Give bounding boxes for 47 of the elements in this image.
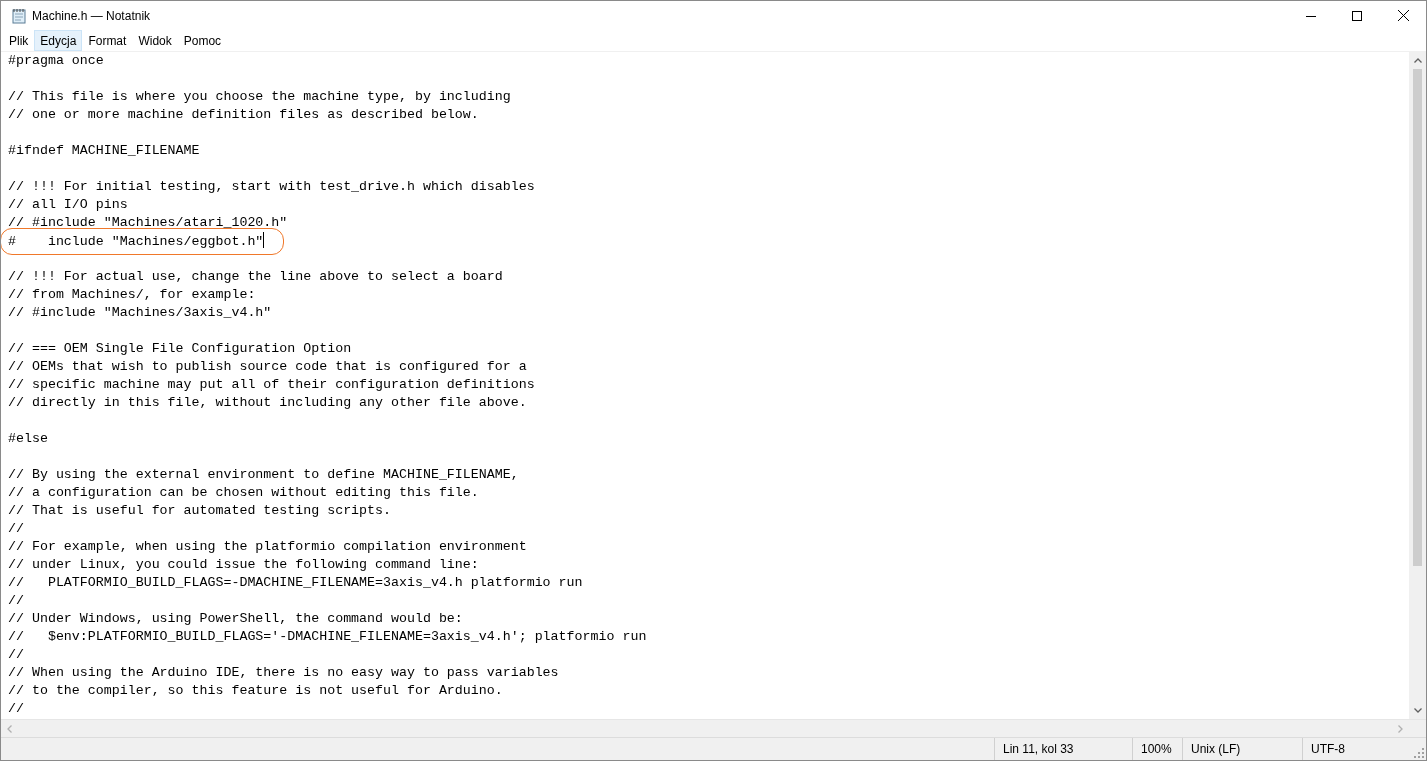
menu-item[interactable]: Edycja <box>34 30 83 51</box>
maximize-icon[interactable] <box>1352 10 1362 21</box>
code-line: // from Machines/, for example: <box>8 286 256 304</box>
line-endings: Unix (LF) <box>1191 742 1241 756</box>
code-line: #ifndef MACHINE_FILENAME <box>8 142 200 160</box>
code-line: // === OEM Single File Configuration Option <box>8 340 352 358</box>
code-line: // <box>8 646 24 664</box>
code-line: // OEMs that wish to publish source code that is configured for a <box>8 358 527 376</box>
menu-item[interactable]: Pomoc <box>177 30 228 51</box>
code-line: // !!! For initial testing, start with test_drive.h which disables <box>8 178 535 196</box>
code-line: // This file is where you choose the machine type, by including <box>8 88 511 106</box>
code-line: // a configuration can be chosen without editing this file. <box>8 484 479 502</box>
menu-item[interactable]: Widok <box>132 30 178 51</box>
code-line: #else <box>8 430 48 448</box>
scroll-down-icon[interactable] <box>1413 708 1422 713</box>
scroll-up-icon[interactable] <box>1413 58 1422 63</box>
code-line: // under Linux, you could issue the following command line: <box>8 556 479 574</box>
code-line: // #include "Machines/atari_1020.h" <box>8 214 288 232</box>
menu-item[interactable]: Plik <box>3 30 35 51</box>
notepad-icon <box>11 7 27 24</box>
vertical-scrollbar[interactable] <box>1409 52 1426 719</box>
code-line: // all I/O pins <box>8 196 128 214</box>
close-icon[interactable] <box>1397 10 1409 21</box>
code-line: # include "Machines/eggbot.h" <box>8 232 265 251</box>
code-line: // one or more machine definition files as described below. <box>8 106 479 124</box>
code-line: // For example, when using the platformio compilation environment <box>8 538 527 556</box>
code-line: // <box>8 700 24 718</box>
code-line: #pragma once <box>8 52 104 70</box>
code-line: // #include "Machines/3axis_v4.h" <box>8 304 272 322</box>
menu-item[interactable]: Format <box>82 30 133 51</box>
code-line: // Under Windows, using PowerShell, the command would be: <box>8 610 463 628</box>
code-line: // That is useful for automated testing scripts. <box>8 502 391 520</box>
code-line: // to the compiler, so this feature is not useful for Arduino. <box>8 682 503 700</box>
code-line: // PLATFORMIO_BUILD_FLAGS=-DMACHINE_FILENAME=3axis_v4.h platformio run <box>8 574 583 592</box>
code-line: // <box>8 520 24 538</box>
code-line: // By using the external environment to define MACHINE_FILENAME, <box>8 466 519 484</box>
code-line: // When using the Arduino IDE, there is no easy way to pass variables <box>8 664 559 682</box>
code-line: // specific machine may put all of their configuration definitions <box>8 376 535 394</box>
cursor-position: Lin 11, kol 33 <box>1003 742 1074 756</box>
zoom-level: 100% <box>1141 742 1172 756</box>
encoding: UTF-8 <box>1311 742 1345 756</box>
code-line: // $env:PLATFORMIO_BUILD_FLAGS='-DMACHINE_FILENAME=3axis_v4.h'; platformio run <box>8 628 647 646</box>
code-line: // directly in this file, without including any other file above. <box>8 394 527 412</box>
window-title: Machine.h — Notatnik <box>32 8 151 23</box>
resize-grip-icon[interactable] <box>1414 748 1424 758</box>
code-line: // !!! For actual use, change the line above to select a board <box>8 268 503 286</box>
code-line: // <box>8 592 24 610</box>
